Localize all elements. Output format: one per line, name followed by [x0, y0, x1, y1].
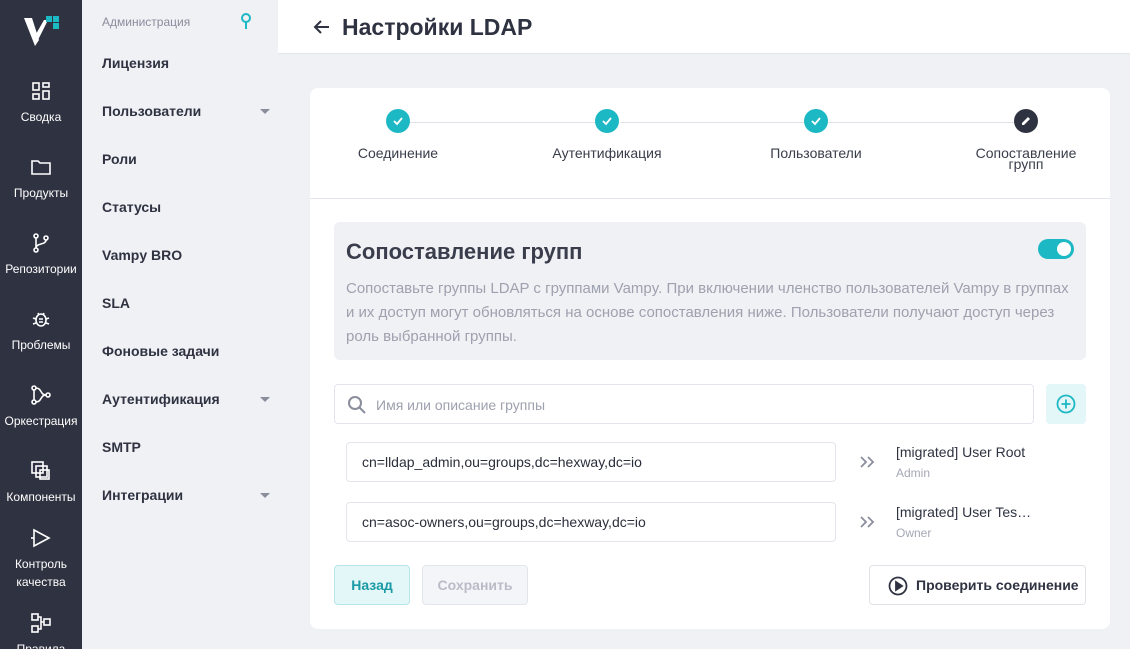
step-connector: [620, 122, 810, 123]
rail-item-label: Оркестрация: [4, 414, 78, 428]
back-button[interactable]: Назад: [334, 565, 410, 605]
step-label-connection: Соединение: [357, 145, 439, 161]
rail-item-components[interactable]: Компоненты: [0, 460, 82, 506]
sidebar-item-label: Vampy BRO: [102, 247, 183, 263]
sidebar-item-authentication[interactable]: Аутентификация: [102, 387, 272, 411]
rail-item-summary[interactable]: Сводка: [0, 80, 82, 126]
sidebar-item-users[interactable]: Пользователи: [102, 99, 272, 123]
toggle-knob: [1057, 242, 1071, 256]
sidebar-item-label: Лицензия: [102, 55, 170, 71]
test-connection-button[interactable]: Проверить соединение: [869, 565, 1086, 605]
group-mapping-toggle[interactable]: [1038, 239, 1074, 259]
sidebar-item-statuses[interactable]: Статусы: [102, 195, 272, 219]
step-label-line-2: групп: [1008, 156, 1044, 172]
rules-icon: [31, 613, 51, 633]
chevron-down-icon: [260, 493, 270, 498]
ldap-group-dn-field[interactable]: cn=lldap_admin,ou=groups,dc=hexway,dc=io: [346, 442, 836, 482]
step-label-users: Пользователи: [770, 145, 862, 161]
rail-item-label: Контроль: [14, 557, 68, 571]
check-icon: [811, 117, 821, 126]
test-connection-label: Проверить соединение: [916, 577, 1079, 593]
bug-icon: [32, 312, 50, 327]
search-icon: [348, 396, 366, 414]
step-current-indicator[interactable]: [1014, 109, 1038, 133]
step-done-indicator[interactable]: [804, 109, 828, 133]
save-button[interactable]: Сохранить: [422, 565, 528, 605]
orchestration-icon: [31, 385, 51, 405]
sidebar-item-vampy-bro[interactable]: Vampy BRO: [102, 243, 272, 267]
rail-item-quality[interactable]: Контроль качества: [0, 527, 82, 591]
rail-item-orchestration[interactable]: Оркестрация: [0, 384, 82, 430]
sidebar-item-license[interactable]: Лицензия: [102, 51, 272, 75]
chevron-down-icon: [260, 109, 270, 114]
step-done-indicator[interactable]: [386, 109, 410, 133]
page-title: Настройки LDAP: [342, 14, 533, 40]
sidebar-item-integrations[interactable]: Интеграции: [102, 483, 272, 507]
dashboard-icon: [32, 82, 50, 100]
pin-icon[interactable]: [239, 12, 253, 30]
rail-item-label: Сводка: [20, 110, 62, 124]
back-arrow-icon[interactable]: [312, 17, 332, 37]
step-connector: [828, 122, 1018, 123]
sidebar-item-roles[interactable]: Роли: [102, 147, 272, 171]
sidebar-item-label: Аутентификация: [102, 391, 220, 407]
group-search-box: [334, 384, 1034, 424]
rail-item-label: Компоненты: [6, 490, 76, 504]
sidebar-item-sla[interactable]: SLA: [102, 291, 272, 315]
admin-sidebar: Администрация Лицензия Пользователи Роли…: [82, 0, 278, 649]
rail-item-repositories[interactable]: Репозитории: [0, 232, 82, 278]
double-chevron-right-icon: [860, 516, 875, 528]
sidebar-item-smtp[interactable]: SMTP: [102, 435, 272, 459]
check-icon: [393, 117, 403, 126]
add-mapping-button[interactable]: [1046, 384, 1086, 424]
mapping-row: cn=asoc-owners,ou=groups,dc=hexway,dc=io…: [346, 502, 1086, 542]
rail-item-products[interactable]: Продукты: [0, 156, 82, 202]
branch-icon: [33, 233, 49, 253]
double-chevron-right-icon: [860, 456, 875, 468]
pencil-icon: [1022, 117, 1030, 125]
sidebar-item-label: Фоновые задачи: [102, 343, 220, 359]
quality-icon: [31, 528, 51, 548]
mapping-row: cn=lldap_admin,ou=groups,dc=hexway,dc=io…: [346, 442, 1086, 482]
sidebar-item-label: SMTP: [102, 439, 141, 455]
vampy-group-name[interactable]: [migrated] User Root: [896, 444, 1036, 460]
rail-item-label: Продукты: [13, 186, 69, 200]
sidebar-item-label: Пользователи: [102, 103, 202, 119]
search-input[interactable]: [376, 394, 1016, 416]
sidebar-item-background-tasks[interactable]: Фоновые задачи: [102, 339, 272, 363]
section-description: Сопоставьте группы LDAP с группами Vampy…: [346, 280, 1069, 345]
rail-item-rules[interactable]: Правила: [0, 612, 82, 649]
sidebar-header: Администрация: [102, 15, 191, 29]
chevron-down-icon: [260, 397, 270, 402]
check-icon: [602, 117, 612, 126]
step-label-authentication: Аутентификация: [552, 145, 662, 161]
wizard-stepper: Соединение Аутентификация Пользователи С…: [310, 88, 1110, 199]
step-connector: [410, 122, 600, 123]
step-done-indicator[interactable]: [595, 109, 619, 133]
vampy-group-name[interactable]: [migrated] User Tes…: [896, 504, 1036, 520]
rail-item-label-2: качества: [16, 575, 66, 589]
section-title: Сопоставление групп: [346, 239, 583, 264]
sidebar-item-label: Интеграции: [102, 487, 184, 503]
add-circle-icon: [1056, 394, 1076, 414]
rail-item-label: Репозитории: [5, 262, 77, 276]
rail-item-issues[interactable]: Проблемы: [0, 308, 82, 354]
ldap-group-dn-field[interactable]: cn=asoc-owners,ou=groups,dc=hexway,dc=io: [346, 502, 836, 542]
folder-icon: [31, 160, 51, 175]
sidebar-item-label: Роли: [102, 151, 137, 167]
step-label-group-mapping: Сопоставление групп: [966, 146, 1086, 172]
vampy-group-role: Admin: [896, 466, 931, 480]
components-icon: [31, 461, 50, 480]
sidebar-item-label: Статусы: [102, 199, 162, 215]
vampy-logo-icon[interactable]: [22, 14, 60, 50]
page-header: Настройки LDAP: [278, 0, 1130, 54]
rail-item-label: Правила: [16, 642, 66, 649]
ldap-settings-card: Соединение Аутентификация Пользователи С…: [310, 88, 1110, 629]
group-mapping-info-panel: Сопоставление групп Сопоставьте группы L…: [334, 222, 1086, 360]
vampy-group-role: Owner: [896, 526, 932, 540]
sidebar-item-label: SLA: [102, 295, 130, 311]
main-nav-rail: Сводка Продукты Репозитории Проблемы Орк…: [0, 0, 82, 649]
rail-item-label: Проблемы: [11, 338, 71, 352]
play-circle-icon: [888, 576, 908, 596]
